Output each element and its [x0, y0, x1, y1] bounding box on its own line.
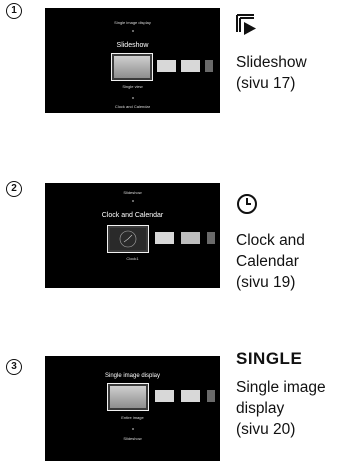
screen-sub-text: Entire image — [121, 415, 144, 420]
step-3: 3 Single image display Entire image Slid… — [0, 348, 352, 462]
screen-divider-dot — [131, 97, 134, 99]
thumbnail — [207, 390, 215, 402]
thumbnail — [181, 60, 200, 72]
label-line: Single image — [236, 379, 326, 396]
screen-title: Single image display — [104, 373, 161, 379]
thumbnail — [181, 232, 200, 244]
step-number: 2 — [6, 181, 22, 197]
frame-screen-slideshow: Single image display Slideshow Single vi… — [45, 8, 220, 113]
screen-title: Slideshow — [116, 42, 149, 49]
label-line: display — [236, 400, 285, 417]
step-label: Clock and Calendar (sivu 19) — [236, 230, 305, 293]
step-label: Single image display (sivu 20) — [236, 377, 326, 440]
screen-sub-text: Clock1 — [126, 256, 139, 261]
thumbnail — [207, 232, 215, 244]
screen-divider-dot — [131, 200, 134, 202]
step-number: 3 — [6, 359, 22, 375]
thumbnail — [155, 390, 174, 402]
step-number: 1 — [6, 3, 22, 19]
step-1: 1 Single image display Slideshow Single … — [0, 0, 352, 120]
selected-thumbnail — [111, 53, 153, 81]
selected-thumbnail — [107, 225, 149, 253]
screen-bottom-text: Slideshow — [123, 436, 142, 441]
clock-icon — [236, 193, 258, 220]
step-2: 2 Slideshow Clock and Calendar Clock1 Cl… — [0, 178, 352, 298]
label-line: Clock and — [236, 232, 305, 249]
thumbnail — [157, 60, 176, 72]
screen-sub-text: Single view — [122, 84, 143, 89]
label-line: (sivu 17) — [236, 75, 296, 92]
label-line: Slideshow — [236, 54, 307, 71]
screen-divider-dot — [131, 30, 134, 32]
clock-face-thumbnail — [110, 228, 146, 250]
screen-top-text: Slideshow — [123, 190, 142, 195]
screen-bottom-text: Clock and Calendar — [114, 104, 151, 109]
screen-title: Clock and Calendar — [101, 212, 164, 219]
frame-screen-single: Single image display Entire image Slides… — [45, 356, 220, 461]
screen-top-text: Single image display — [114, 20, 151, 25]
slideshow-icon — [236, 14, 258, 41]
screen-divider-dot — [131, 428, 134, 430]
label-line: Calendar — [236, 253, 299, 270]
thumbnail — [181, 390, 200, 402]
selected-thumbnail — [107, 383, 149, 411]
thumbnail — [155, 232, 174, 244]
thumbnail-image — [114, 56, 150, 78]
step-label: Slideshow (sivu 17) — [236, 52, 307, 94]
frame-screen-clock: Slideshow Clock and Calendar Clock1 — [45, 183, 220, 288]
thumbnail — [205, 60, 213, 72]
single-icon-text: SINGLE — [236, 349, 303, 368]
label-line: (sivu 20) — [236, 421, 296, 438]
label-line: (sivu 19) — [236, 274, 296, 291]
thumbnail-image — [110, 386, 146, 408]
